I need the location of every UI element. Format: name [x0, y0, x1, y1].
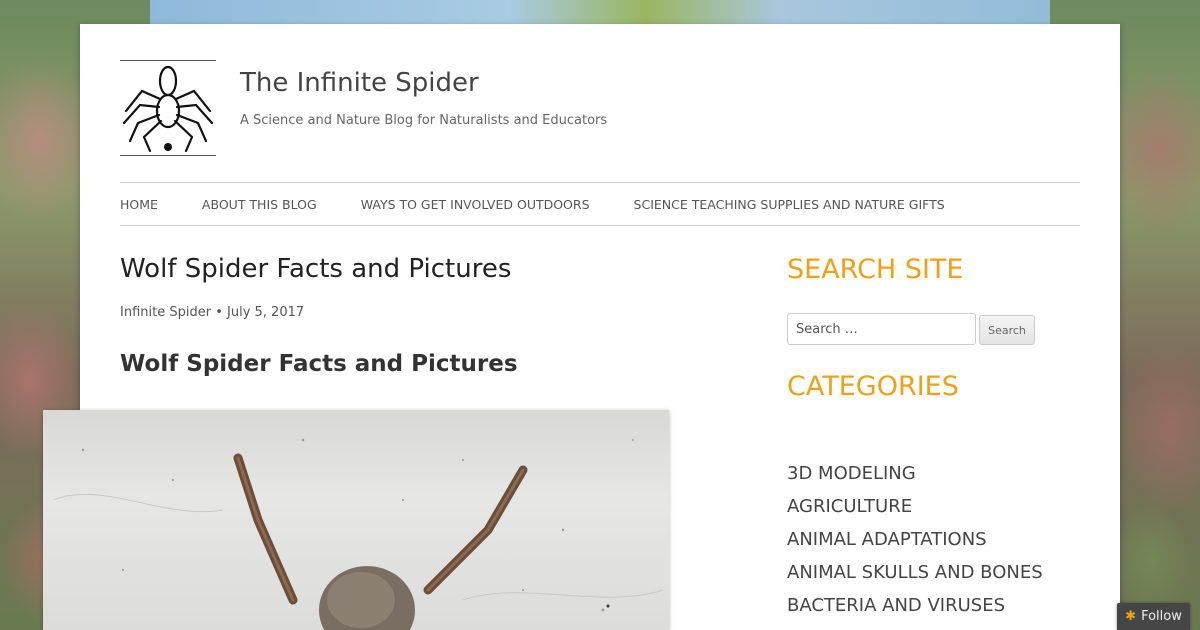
category-item[interactable]: ANIMAL SKULLS AND BONES — [787, 556, 1043, 589]
wolf-spider-image — [52, 438, 664, 630]
follow-button[interactable]: ✱ Follow — [1117, 603, 1190, 630]
post-title[interactable]: Wolf Spider Facts and Pictures — [120, 254, 511, 284]
post-author-link[interactable]: Infinite Spider — [120, 305, 211, 320]
search-input[interactable] — [787, 313, 976, 345]
spider-infinity-logo-icon — [122, 65, 214, 153]
post-date-link[interactable]: July 5, 2017 — [227, 305, 304, 320]
follow-label: Follow — [1141, 609, 1182, 624]
search-widget-title: SEARCH SITE — [787, 254, 964, 285]
nav-item-about[interactable]: ABOUT THIS BLOG — [202, 197, 317, 212]
nav-item-teaching-supplies[interactable]: SCIENCE TEACHING SUPPLIES AND NATURE GIF… — [634, 197, 945, 212]
category-item[interactable]: BACTERIA AND VIRUSES — [787, 589, 1043, 622]
site-header: The Infinite Spider A Science and Nature… — [120, 60, 1080, 156]
category-item[interactable]: AGRICULTURE — [787, 490, 1043, 523]
nav-item-get-involved[interactable]: WAYS TO GET INVOLVED OUTDOORS — [361, 197, 590, 212]
site-title[interactable]: The Infinite Spider — [240, 68, 479, 98]
main-navigation: HOME ABOUT THIS BLOG WAYS TO GET INVOLVE… — [120, 182, 1080, 226]
meta-separator: • — [215, 305, 223, 320]
wolf-spider-photo[interactable] — [43, 410, 669, 630]
site-description: A Science and Nature Blog for Naturalist… — [240, 113, 608, 128]
search-button[interactable]: Search — [979, 315, 1035, 345]
site-logo[interactable] — [120, 60, 216, 156]
categories-list: 3D MODELING AGRICULTURE ANIMAL ADAPTATIO… — [787, 457, 1043, 630]
category-item[interactable]: 3D MODELING — [787, 457, 1043, 490]
background-header-image — [150, 0, 1050, 24]
categories-widget-title: CATEGORIES — [787, 371, 959, 402]
wordpress-star-icon: ✱ — [1125, 609, 1137, 624]
post-meta: Infinite Spider • July 5, 2017 — [120, 305, 304, 320]
nav-item-home[interactable]: HOME — [120, 197, 158, 212]
category-item[interactable]: ANIMAL ADAPTATIONS — [787, 523, 1043, 556]
category-item[interactable]: BATS — [787, 622, 1043, 630]
post-content-heading: Wolf Spider Facts and Pictures — [120, 351, 518, 377]
